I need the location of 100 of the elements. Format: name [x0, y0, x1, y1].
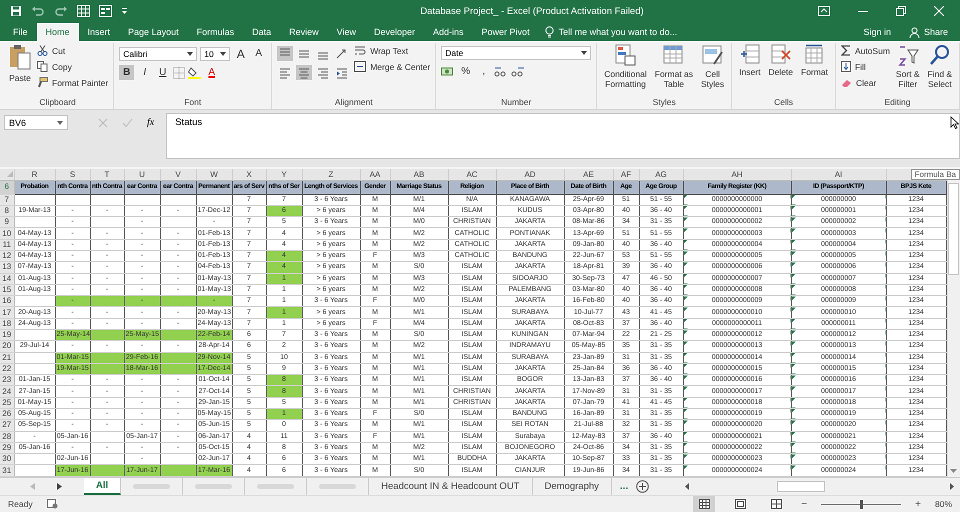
scroll-thumb[interactable] [948, 183, 960, 275]
row-number[interactable]: 19 [0, 330, 14, 341]
ribbon-tab[interactable]: File [4, 23, 37, 41]
row-number[interactable]: 15 [0, 284, 14, 296]
macro-record-icon[interactable] [46, 499, 58, 509]
row-number[interactable]: 24 [0, 386, 14, 398]
row-number[interactable]: 12 [0, 250, 14, 262]
ribbon-tab[interactable]: Page Layout [119, 23, 188, 41]
zoom-slider-thumb[interactable] [860, 500, 864, 508]
row-number[interactable]: 20 [0, 340, 14, 352]
redo-icon[interactable] [54, 5, 68, 17]
shrink-font-button[interactable]: A [251, 46, 266, 61]
row-number[interactable]: 21 [0, 352, 14, 364]
row-number[interactable]: 25 [0, 397, 14, 408]
sign-in-link[interactable]: Sign in [863, 23, 891, 41]
column-header[interactable]: AD [524, 170, 536, 179]
column-header[interactable]: S [70, 170, 76, 179]
ribbon-tab[interactable]: Formulas [188, 23, 244, 41]
row-number[interactable]: 17 [0, 306, 14, 318]
find-select-button[interactable]: Find & Select [926, 43, 954, 90]
format-as-table-button[interactable]: Format as Table [652, 43, 696, 90]
column-header[interactable]: T [104, 170, 110, 179]
currency-icon[interactable] [441, 66, 456, 78]
form-icon[interactable] [99, 5, 112, 17]
horizontal-align-icon[interactable] [296, 65, 312, 80]
row-number[interactable]: 16 [0, 296, 14, 307]
delete-cells-button[interactable]: Delete [766, 43, 796, 78]
font-style-button[interactable]: I [137, 65, 152, 80]
row-number[interactable]: 23 [0, 374, 14, 386]
insert-function-button[interactable]: fx [147, 115, 154, 130]
scroll-left-icon[interactable] [685, 483, 690, 490]
font-color-button[interactable]: A [204, 65, 220, 80]
row-number[interactable]: 9 [0, 216, 14, 228]
page-break-icon[interactable] [770, 499, 782, 509]
ribbon-tab[interactable]: Developer [365, 23, 424, 41]
fill-button[interactable]: Fill [840, 59, 890, 74]
row-number[interactable]: 18 [0, 318, 14, 330]
font-style-button[interactable]: B [119, 65, 134, 80]
row-number[interactable]: 6 [0, 180, 14, 194]
next-sheet-icon[interactable] [57, 483, 62, 490]
font-name-field[interactable]: Calibri [119, 46, 198, 60]
row-number[interactable]: 28 [0, 431, 14, 442]
row-number[interactable]: 11 [0, 239, 14, 251]
column-header[interactable]: V [175, 170, 181, 179]
ribbon-tab[interactable]: Add-ins [424, 23, 473, 41]
check-icon[interactable] [122, 118, 133, 128]
row-number[interactable]: 10 [0, 228, 14, 240]
ribbon-display-icon[interactable] [818, 6, 830, 16]
zoom-out-button[interactable]: − [801, 498, 808, 510]
clear-button[interactable]: Clear [840, 75, 890, 90]
font-size-field[interactable]: 10 [200, 46, 230, 60]
merge-center-button[interactable]: Merge & Center [354, 59, 430, 74]
ribbon-tab[interactable]: Data [243, 23, 280, 41]
row-number[interactable]: 13 [0, 262, 14, 274]
scroll-right-icon[interactable] [950, 483, 954, 490]
decrease-decimal-icon[interactable] [511, 66, 526, 78]
customize-caret-icon[interactable] [121, 7, 128, 15]
normal-view-icon[interactable] [698, 499, 710, 509]
comma-style-button[interactable]: , [476, 64, 492, 79]
undo-icon[interactable] [31, 5, 45, 17]
column-header[interactable]: R [32, 170, 38, 179]
row-number[interactable]: 22 [0, 363, 14, 375]
column-header[interactable]: AB [414, 170, 424, 179]
scroll-down-icon[interactable] [950, 469, 958, 473]
formula-field[interactable]: Status [166, 113, 960, 159]
paste-button[interactable]: Paste [7, 43, 33, 84]
column-header[interactable]: AH [731, 170, 743, 179]
format-cells-button[interactable]: Format [799, 43, 830, 78]
insert-cells-button[interactable]: Insert [737, 43, 762, 78]
page-layout-icon[interactable] [734, 499, 746, 509]
row-number[interactable]: 29 [0, 442, 14, 454]
row-number[interactable]: 30 [0, 454, 14, 465]
row-number[interactable]: 7 [0, 194, 14, 206]
conditional-formatting-button[interactable]: Conditional Formatting [602, 43, 649, 90]
copy-button[interactable]: Copy [37, 59, 108, 74]
vertical-align-icon[interactable] [277, 46, 294, 61]
ribbon-tab[interactable]: Insert [78, 23, 120, 41]
row-number[interactable]: 8 [0, 205, 14, 217]
percent-style-button[interactable]: % [458, 64, 474, 79]
ribbon-tab[interactable]: Power Pivot [472, 23, 539, 41]
save-icon[interactable] [10, 5, 22, 17]
column-header[interactable]: W [210, 170, 218, 179]
tell-me-box[interactable]: Tell me what you want to do... [544, 23, 678, 41]
format-painter-button[interactable]: Format Painter [37, 75, 108, 90]
fill-color-icon[interactable] [188, 66, 202, 79]
autosum-button[interactable]: AutoSum [840, 43, 890, 58]
cut-button[interactable]: Cut [37, 43, 108, 58]
sort-filter-button[interactable]: Sort & Filter [894, 43, 922, 90]
row-number[interactable]: 26 [0, 408, 14, 420]
zoom-level[interactable]: 80% [934, 499, 952, 509]
column-header[interactable]: AC [466, 170, 478, 179]
restore-icon[interactable] [896, 6, 906, 16]
row-number[interactable]: 14 [0, 273, 14, 284]
more-sheets-button[interactable]: ... [612, 481, 636, 492]
number-format-field[interactable]: Date [441, 46, 592, 60]
ribbon-tab[interactable]: Review [280, 23, 328, 41]
name-box[interactable]: BV6 [4, 115, 68, 130]
sheet-tab[interactable]: All [84, 478, 122, 495]
cell-styles-button[interactable]: Cell Styles [699, 43, 726, 90]
grow-font-button[interactable]: A [233, 46, 248, 61]
